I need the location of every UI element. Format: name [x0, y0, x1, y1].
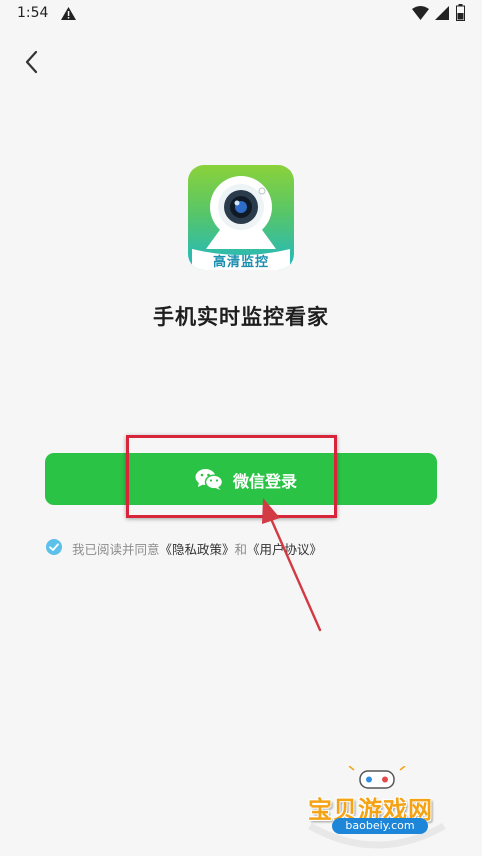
warning-icon	[61, 7, 76, 20]
wifi-icon	[412, 6, 429, 20]
privacy-policy-link[interactable]: 《隐私政策》	[160, 542, 235, 557]
watermark-url: baobeiy.com	[332, 818, 428, 834]
app-logo: 高清监控	[188, 165, 294, 270]
battery-icon	[456, 4, 465, 21]
chevron-left-icon	[25, 50, 38, 74]
status-bar: 1:54	[0, 0, 482, 28]
page-title: 手机实时监控看家	[153, 305, 329, 329]
agreement-prefix: 我已阅读并同意	[72, 542, 160, 557]
check-icon	[49, 543, 59, 551]
agreement-checkbox[interactable]	[46, 539, 62, 555]
watermark: 宝贝游戏网 baobeiy.com	[302, 766, 452, 856]
status-time: 1:54	[17, 5, 49, 21]
pointer-arrow-icon	[262, 498, 322, 632]
back-button[interactable]	[20, 48, 46, 76]
logo-text: 高清监控	[212, 255, 269, 270]
agreement-conjunction: 和	[234, 542, 248, 557]
signal-icon	[435, 6, 449, 20]
